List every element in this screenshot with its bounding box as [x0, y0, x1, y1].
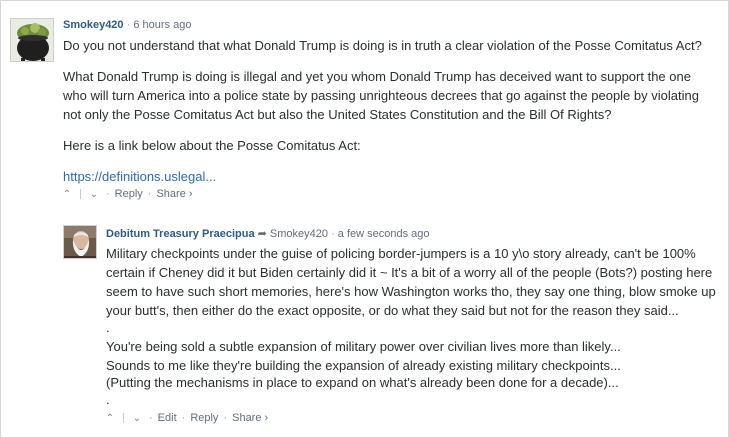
upvote-icon[interactable]: ⌃ — [60, 189, 74, 200]
avatar-debitum[interactable] — [63, 225, 97, 259]
action-separator: · — [106, 188, 110, 200]
pot-of-gold-icon — [11, 19, 53, 61]
vote-divider — [123, 413, 124, 423]
comment-author[interactable]: Debitum Treasury Praecipua — [106, 228, 255, 240]
comment-paragraph: seem to have such short memories, here's… — [106, 284, 716, 299]
comment-timestamp[interactable]: a few seconds ago — [338, 228, 430, 240]
arrow-right-icon: ➦ — [257, 228, 267, 240]
comment-actions: ⌃ ⌄ · Edit · Reply · Share › — [103, 412, 268, 424]
upvote-icon[interactable]: ⌃ — [103, 413, 117, 424]
comment-timestamp[interactable]: 6 hours ago — [133, 19, 191, 31]
comment-meta: Debitum Treasury Praecipua ➦ Smokey420 ·… — [106, 227, 430, 240]
action-separator: · — [147, 188, 152, 200]
comment-actions: ⌃ ⌄ · Reply · Share › — [60, 188, 193, 200]
downvote-icon[interactable]: ⌄ — [130, 413, 144, 424]
downvote-icon[interactable]: ⌄ — [87, 189, 101, 200]
share-button[interactable]: Share › — [156, 188, 192, 200]
portrait-icon — [64, 226, 96, 258]
meta-separator: · — [126, 19, 131, 31]
action-separator: · — [149, 412, 153, 424]
comment-author[interactable]: Smokey420 — [63, 19, 124, 31]
reply-button[interactable]: Reply — [190, 412, 218, 424]
share-button[interactable]: Share › — [232, 412, 268, 424]
comment-paragraph: certain if Cheney did it but Biden certa… — [106, 265, 713, 280]
comment-paragraph: not only the Posse Comitatus Act but als… — [63, 107, 612, 122]
action-separator: · — [181, 412, 186, 424]
comment-paragraph: What Donald Trump is doing is illegal an… — [63, 69, 691, 84]
comment-paragraph: (Putting the mechanisms in place to expa… — [106, 375, 619, 390]
action-separator: · — [223, 412, 228, 424]
comment-paragraph: . — [106, 320, 110, 335]
vote-divider — [80, 189, 81, 199]
comment-paragraph: . — [106, 392, 110, 407]
edit-button[interactable]: Edit — [158, 412, 177, 424]
comment-paragraph: Do you not understand that what Donald T… — [63, 38, 702, 53]
reply-button[interactable]: Reply — [115, 188, 143, 200]
comment-paragraph: You're being sold a subtle expansion of … — [106, 339, 621, 354]
comment-paragraph: your butt's, then either do the exact op… — [106, 303, 679, 318]
comment-paragraph: Here is a link below about the Posse Com… — [63, 138, 361, 153]
comment-meta: Smokey420 · 6 hours ago — [63, 19, 191, 31]
in-reply-to[interactable]: ➦ Smokey420 — [258, 228, 328, 240]
comment-paragraph: who will turn America into a police stat… — [63, 88, 699, 103]
reply-to-user[interactable]: Smokey420 — [270, 228, 328, 240]
comment-link[interactable]: https://definitions.uslegal... — [63, 167, 216, 187]
comment-paragraph: Military checkpoints under the guise of … — [106, 246, 696, 261]
meta-separator: · — [331, 228, 335, 240]
avatar-smokey420[interactable] — [10, 18, 54, 62]
